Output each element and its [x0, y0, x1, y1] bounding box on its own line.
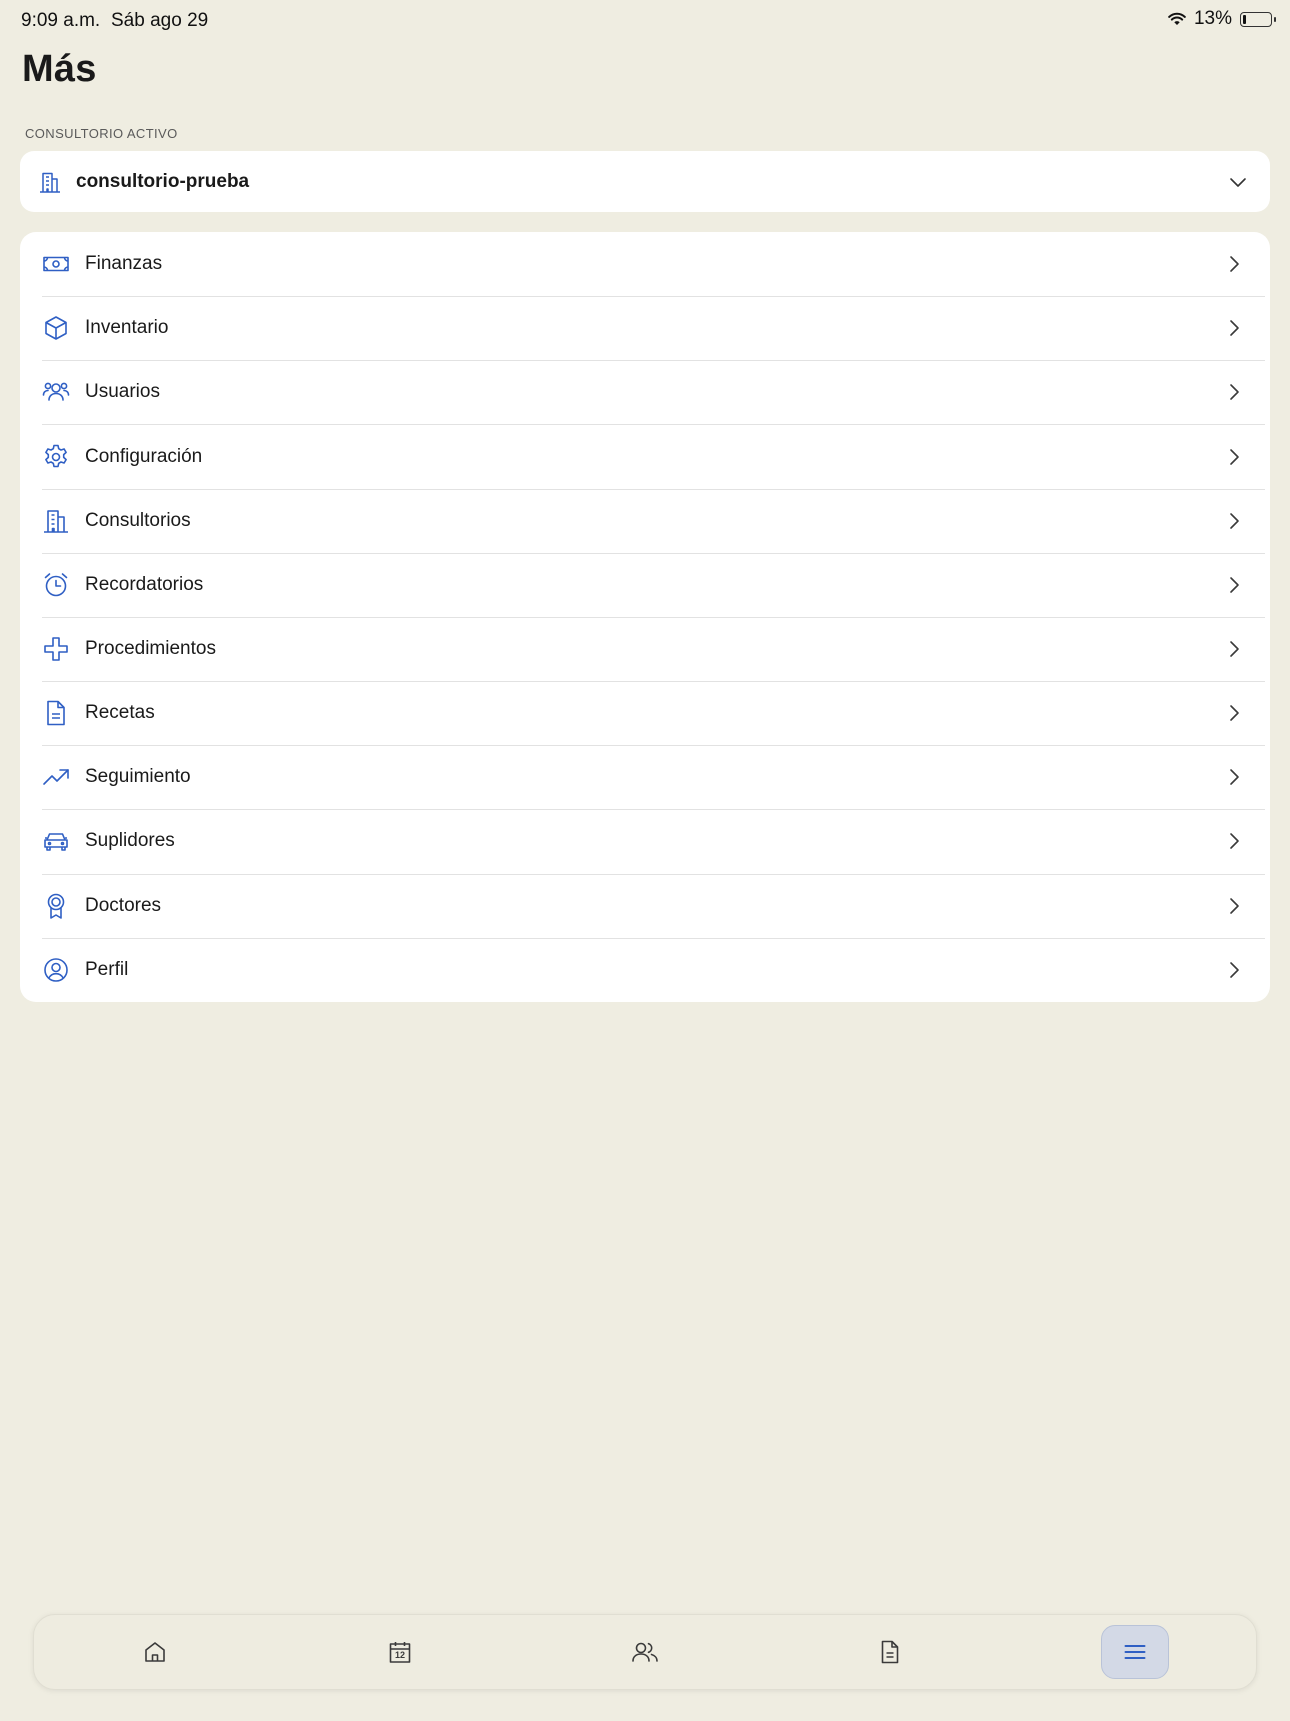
- chevron-right-icon: [1224, 896, 1244, 916]
- page-title: Más: [22, 48, 97, 90]
- car-icon: [42, 827, 70, 855]
- chevron-right-icon: [1224, 767, 1244, 787]
- building-icon: [42, 507, 70, 535]
- bottom-tab-bar: 12: [33, 1614, 1257, 1690]
- menu-item-label: Procedimientos: [85, 638, 216, 660]
- home-icon: [142, 1639, 168, 1665]
- menu-item-label: Usuarios: [85, 381, 160, 403]
- menu-item-label: Consultorios: [85, 509, 191, 531]
- chevron-right-icon: [1224, 639, 1244, 659]
- menu-item-recordatorios[interactable]: Recordatorios: [20, 552, 1270, 617]
- chevron-right-icon: [1224, 703, 1244, 723]
- document-icon: [877, 1639, 903, 1665]
- tab-calendar[interactable]: 12: [366, 1625, 434, 1679]
- battery-level: [1243, 14, 1246, 24]
- menu-item-label: Seguimiento: [85, 766, 191, 788]
- document-icon: [42, 699, 70, 727]
- menu-item-seguimiento[interactable]: Seguimiento: [20, 745, 1270, 809]
- menu-item-inventario[interactable]: Inventario: [20, 296, 1270, 360]
- user-circle-icon: [42, 956, 70, 984]
- menu-item-suplidores[interactable]: Suplidores: [20, 809, 1270, 873]
- chevron-right-icon: [1224, 382, 1244, 402]
- menu-item-label: Perfil: [85, 958, 129, 980]
- menu-item-configuracion[interactable]: Configuración: [20, 424, 1270, 488]
- tab-more[interactable]: [1101, 1625, 1169, 1679]
- active-office-label: CONSULTORIO ACTIVO: [25, 126, 178, 141]
- chevron-right-icon: [1224, 831, 1244, 851]
- menu-item-procedimientos[interactable]: Procedimientos: [20, 616, 1270, 681]
- users-icon: [42, 378, 70, 406]
- trending-up-icon: [42, 763, 70, 791]
- menu-item-label: Inventario: [85, 317, 169, 339]
- chevron-right-icon: [1224, 511, 1244, 531]
- tab-home[interactable]: [121, 1625, 189, 1679]
- menu-item-label: Recetas: [85, 702, 155, 724]
- menu-item-label: Doctores: [85, 894, 162, 916]
- more-menu-list: Finanzas Inventario Usuarios Configuraci…: [20, 232, 1270, 1002]
- menu-item-consultorios[interactable]: Consultorios: [20, 488, 1270, 553]
- active-office-value: consultorio-prueba: [76, 170, 250, 192]
- menu-item-label: Suplidores: [85, 830, 175, 852]
- chevron-right-icon: [1224, 960, 1244, 980]
- medical-cross-icon: [42, 635, 70, 663]
- award-icon: [42, 892, 70, 920]
- status-date: Sáb ago 29: [111, 10, 209, 31]
- building-icon: [38, 170, 62, 194]
- status-bar: 9:09 a.m. Sáb ago 29 13%: [0, 0, 1290, 44]
- users-icon: [630, 1639, 660, 1665]
- active-office-selector[interactable]: consultorio-prueba: [20, 151, 1270, 212]
- status-indicators: 13%: [1168, 8, 1276, 30]
- menu-item-perfil[interactable]: Perfil: [20, 937, 1270, 1002]
- menu-item-label: Recordatorios: [85, 573, 204, 595]
- menu-item-label: Configuración: [85, 445, 203, 467]
- chevron-right-icon: [1224, 254, 1244, 274]
- chevron-down-icon: [1228, 172, 1248, 192]
- menu-item-usuarios[interactable]: Usuarios: [20, 360, 1270, 424]
- tab-documents[interactable]: [856, 1625, 924, 1679]
- battery-icon: [1240, 11, 1276, 27]
- menu-item-recetas[interactable]: Recetas: [20, 681, 1270, 745]
- calendar-day: 12: [394, 1650, 405, 1660]
- menu-item-finanzas[interactable]: Finanzas: [20, 232, 1270, 296]
- banknote-icon: [42, 250, 70, 278]
- wifi-icon: [1168, 12, 1186, 26]
- chevron-right-icon: [1224, 575, 1244, 595]
- status-time: 9:09 a.m.: [21, 10, 101, 31]
- chevron-right-icon: [1224, 447, 1244, 467]
- alarm-clock-icon: [42, 571, 70, 599]
- chevron-right-icon: [1224, 318, 1244, 338]
- menu-icon: [1122, 1639, 1148, 1665]
- box-icon: [42, 314, 70, 342]
- battery-percent: 13%: [1193, 8, 1232, 29]
- gear-icon: [42, 443, 70, 471]
- calendar-icon: 12: [387, 1639, 413, 1665]
- tab-patients[interactable]: [611, 1625, 679, 1679]
- menu-item-doctores[interactable]: Doctores: [20, 873, 1270, 938]
- menu-item-label: Finanzas: [85, 253, 163, 275]
